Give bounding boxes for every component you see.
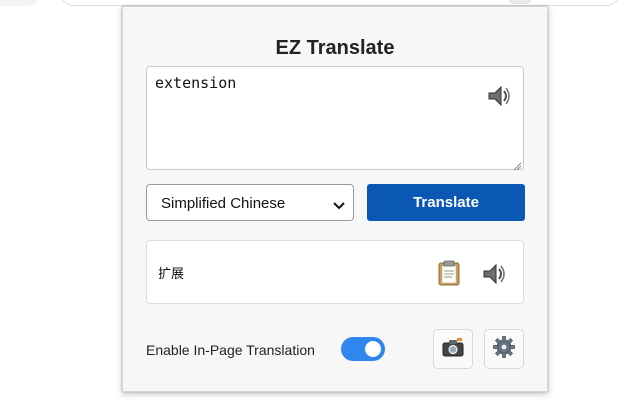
extension-popup: EZ Translate extension Simplified Chines… <box>122 6 548 392</box>
in-page-translation-label: Enable In-Page Translation <box>146 342 315 358</box>
speaker-icon[interactable] <box>481 261 507 287</box>
translation-result: 扩展 <box>146 240 524 304</box>
clipboard-icon[interactable] <box>437 260 461 286</box>
screenshot-translate-button[interactable] <box>433 329 473 369</box>
source-text-input[interactable]: extension <box>146 66 524 171</box>
popup-title: EZ Translate <box>275 37 395 59</box>
target-language-value: Simplified Chinese <box>161 195 286 212</box>
translate-button[interactable]: Translate <box>367 184 525 221</box>
toggle-knob <box>365 341 381 357</box>
in-page-translation-toggle[interactable] <box>341 337 385 361</box>
camera-icon <box>442 337 464 362</box>
chevron-down-icon <box>333 198 345 210</box>
gear-icon <box>493 335 515 363</box>
settings-button[interactable] <box>484 329 524 369</box>
source-text-value[interactable]: extension <box>155 74 236 92</box>
browser-toolbar-fragment <box>0 0 40 6</box>
target-language-select[interactable]: Simplified Chinese <box>146 184 354 221</box>
translation-result-text: 扩展 <box>158 267 185 282</box>
speaker-icon[interactable] <box>486 83 512 109</box>
resize-handle[interactable] <box>512 158 522 171</box>
